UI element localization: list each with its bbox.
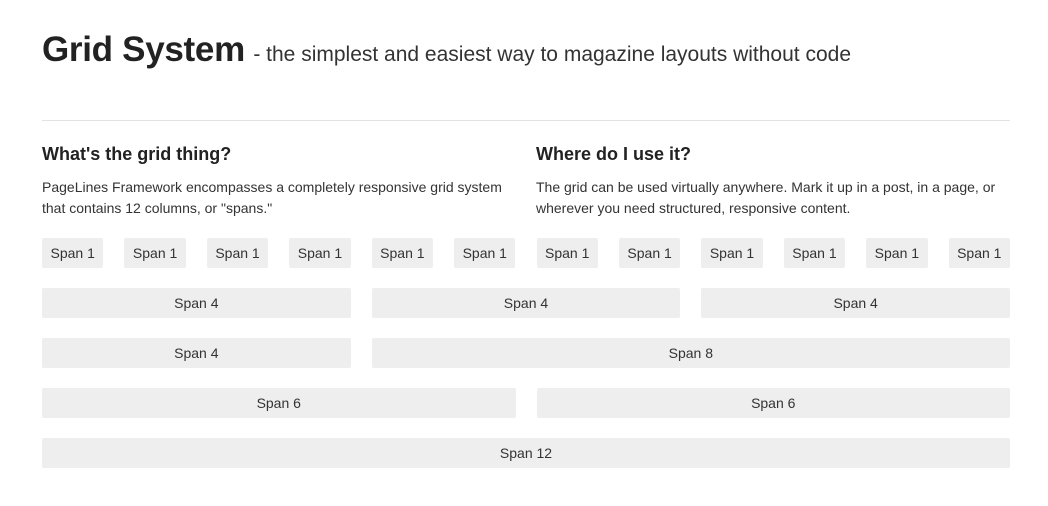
intro-column-right: Where do I use it? The grid can be used … — [536, 143, 1010, 219]
page-title: Grid System — [42, 30, 245, 69]
grid-span-block: Span 1 — [124, 238, 186, 268]
grid-row: Span 1 Span 1 Span 1 Span 1 Span 1 Span 1 Span… — [42, 238, 1010, 268]
grid-span-block: Span 1 — [289, 238, 351, 268]
grid-span-block: Span 4 — [701, 288, 1010, 318]
left-heading: What's the grid thing? — [42, 144, 232, 164]
right-description: The grid can be used virtually anywhere.… — [536, 179, 996, 216]
grid-span-block: Span 1 — [866, 238, 928, 268]
grid-span-block: Span 4 — [371, 288, 681, 318]
grid-span-block: Span 1 — [618, 238, 681, 268]
grid-span-block: Span 1 — [454, 238, 516, 268]
grid-span-block: Span 4 — [42, 288, 351, 318]
grid-span-block: Span 1 — [948, 238, 1010, 268]
right-heading: Where do I use it? — [536, 144, 692, 164]
grid-span-block: Span 1 — [701, 238, 763, 268]
intro-column-left: What's the grid thing? PageLines Framewo… — [42, 143, 516, 219]
grid-row: Span 12 — [42, 438, 1010, 468]
grid-row: Span 6 Span 6 — [42, 388, 1010, 418]
grid-row: Span 4 Span 8 — [42, 338, 1010, 368]
grid-span-block: Span 8 — [371, 338, 1010, 368]
grid-span-block: Span 6 — [42, 388, 516, 418]
grid-span-block: Span 1 — [371, 238, 434, 268]
grid-span-block: Span 1 — [783, 238, 846, 268]
grid-span-block: Span 1 — [42, 238, 104, 268]
span-grid-demo: Span 1 Span 1 Span 1 Span 1 Span 1 Span 1 Span… — [42, 238, 1010, 488]
page-subtitle: - the simplest and easiest way to magazi… — [253, 43, 851, 66]
page-header: Grid System - the simplest and easiest w… — [42, 30, 1010, 70]
grid-span-block: Span 12 — [42, 438, 1010, 468]
left-description: PageLines Framework encompasses a comple… — [42, 179, 502, 216]
grid-span-block: Span 1 — [206, 238, 269, 268]
grid-span-block: Span 6 — [536, 388, 1010, 418]
grid-row: Span 4 Span 4 Span 4 — [42, 288, 1010, 318]
grid-span-block: Span 4 — [42, 338, 351, 368]
header-divider — [42, 120, 1010, 121]
grid-span-block: Span 1 — [536, 238, 598, 268]
